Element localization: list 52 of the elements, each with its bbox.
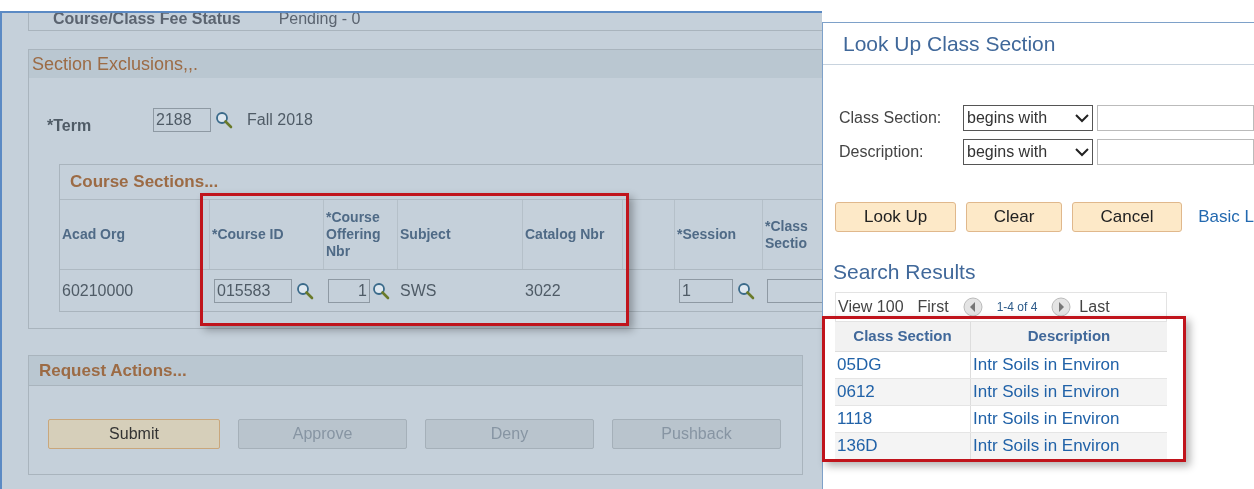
description-link[interactable]: Intr Soils in Environ (973, 432, 1120, 459)
table-cell: SWS (400, 281, 437, 299)
section-title: Section Exclusions,,. (32, 52, 199, 76)
previous-icon[interactable] (962, 296, 983, 317)
criteria-input[interactable] (1097, 139, 1254, 165)
class-section-link[interactable]: 0612 (837, 378, 875, 405)
column-header: Acad Org (62, 226, 125, 243)
course-id-input[interactable]: 015583 (214, 278, 292, 303)
course-sections-title: Course Sections... (70, 171, 219, 194)
class-section-link[interactable]: 136D (837, 432, 878, 459)
column-header: Subject (400, 226, 451, 243)
lookup-button[interactable]: Clear (966, 202, 1062, 232)
term-description: Fall 2018 (247, 110, 313, 130)
class-section-link[interactable]: 05DG (837, 351, 882, 378)
lookup-button[interactable]: Cancel (1071, 202, 1183, 232)
search-icon[interactable] (215, 111, 233, 129)
column-header: Class Section (853, 325, 952, 346)
class-section-link[interactable]: 1118 (837, 405, 873, 432)
term-input[interactable]: 2188 (153, 108, 211, 132)
search-icon[interactable] (296, 281, 314, 300)
column-header: *Class Sectio (765, 217, 809, 252)
column-header: *Course ID (212, 226, 284, 243)
column-header: *Course Offering Nbr (326, 209, 382, 260)
lookup-button[interactable]: Look Up (835, 202, 957, 232)
chevron-icon (1075, 113, 1089, 123)
description-link[interactable]: Intr Soils in Environ (973, 351, 1120, 378)
search-results-title: Search Results (832, 259, 977, 285)
column-header: *Session (677, 226, 737, 243)
view-all-link[interactable]: View 100 (838, 294, 904, 319)
session-input[interactable]: 1 (679, 278, 733, 303)
search-icon[interactable] (372, 281, 390, 300)
criteria-label: Description: (839, 142, 925, 162)
chevron-icon (1075, 147, 1089, 157)
description-link[interactable]: Intr Soils in Environ (973, 378, 1120, 405)
operator-select[interactable]: begins with (963, 139, 1093, 165)
offering-nbr-input[interactable]: 1 (328, 278, 370, 303)
basic-lookup-link[interactable]: Basic L (1198, 204, 1254, 230)
table-cell: 3022 (525, 281, 561, 299)
search-icon[interactable] (737, 281, 755, 300)
term-label: *Term (47, 116, 93, 136)
next-icon[interactable] (1051, 296, 1072, 317)
criteria-input[interactable] (1097, 105, 1254, 131)
description-link[interactable]: Intr Soils in Environ (973, 405, 1120, 432)
request-actions-title: Request Actions... (39, 359, 187, 382)
result-range: 1-4 of 4 (996, 298, 1038, 316)
column-header: Description (1027, 325, 1111, 346)
column-header: Catalog Nbr (525, 226, 605, 243)
criteria-label: Class Section: (839, 108, 943, 128)
dialog-title: Look Up Class Section (843, 30, 1056, 57)
action-button[interactable]: Submit (48, 419, 220, 449)
table-cell: 60210000 (62, 281, 134, 299)
operator-select[interactable]: begins with (963, 105, 1093, 131)
